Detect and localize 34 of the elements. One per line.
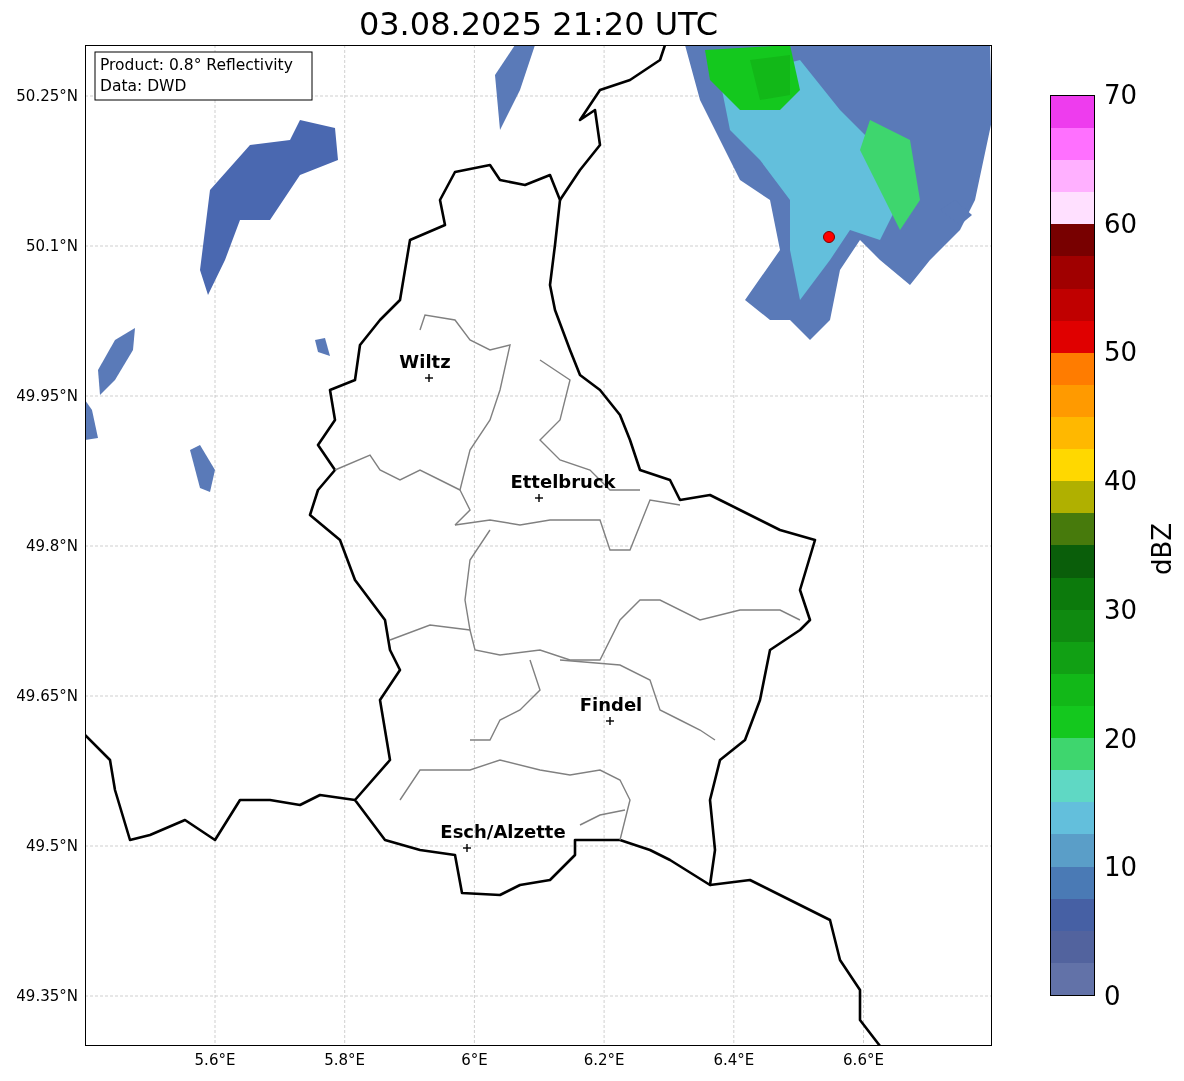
legend-text: Data: DWD [100,77,187,95]
scale-tick-label: 20 [1104,725,1138,752]
axis-tick-label: 6.4°E [713,1051,755,1069]
scale-axis-label: dBZ [1147,522,1177,575]
axis-tick-label: 6.6°E [843,1051,884,1069]
scale-tick-label: 30 [1104,596,1138,623]
city-marker-icon [462,843,472,853]
axis-tick-label: 5.6°E [194,1051,236,1069]
city-marker-icon [605,716,615,726]
axis-tick-label: 49.65°N [16,687,78,705]
scale-tick-label: 70 [1104,82,1138,108]
axis-tick-label: 50.1°N [25,237,78,255]
city-label: Wiltz [399,351,451,372]
legend-text: Product: 0.8° Reflectivity [100,56,293,74]
axis-tick-label: 50.25°N [16,87,78,105]
scale-tick-label: 40 [1104,468,1138,495]
scale-tick-label: 0 [1104,983,1121,1009]
city-label: Findel [579,694,643,715]
scale-tick-label: 60 [1104,210,1138,237]
axis-tick-label: 5.8°E [324,1051,366,1069]
axis-tick-label: 49.95°N [16,387,78,405]
axis-tick-label: 6.2°E [583,1051,625,1069]
city-marker-icon [424,373,434,383]
scale-tick-label: 10 [1104,854,1138,881]
axis-tick-label: 49.35°N [16,987,78,1005]
radar-site-marker [823,231,835,243]
city-label: Esch/Alzette [440,821,566,842]
axis-tick-label: 6°E [461,1051,488,1069]
scale-tick-label: 50 [1104,339,1138,366]
chart-title: 03.08.2025 21:20 UTC [358,5,719,43]
city-marker-icon [534,493,544,503]
axis-tick-label: 49.5°N [25,837,78,855]
city-label: Ettelbruck [510,471,616,492]
axis-tick-label: 49.8°N [25,537,78,555]
